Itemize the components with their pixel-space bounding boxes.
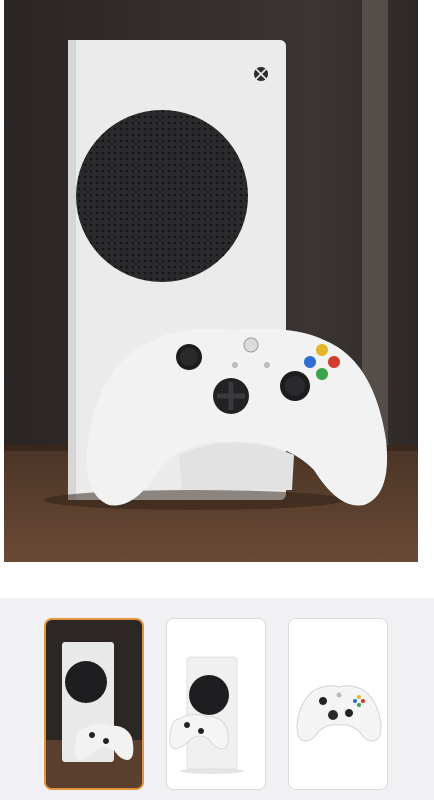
thumbnail-controller-white[interactable] (288, 618, 388, 790)
main-product-image[interactable] (0, 0, 434, 598)
thumbnail-image (167, 619, 265, 789)
thumbnail-console-controller-white[interactable] (166, 618, 266, 790)
thumbnail-image (289, 619, 387, 789)
thumbnail-image (46, 620, 142, 788)
product-photo (4, 0, 418, 562)
thumbnail-console-controller-table[interactable] (44, 618, 144, 790)
thumbnail-gallery (0, 598, 434, 800)
